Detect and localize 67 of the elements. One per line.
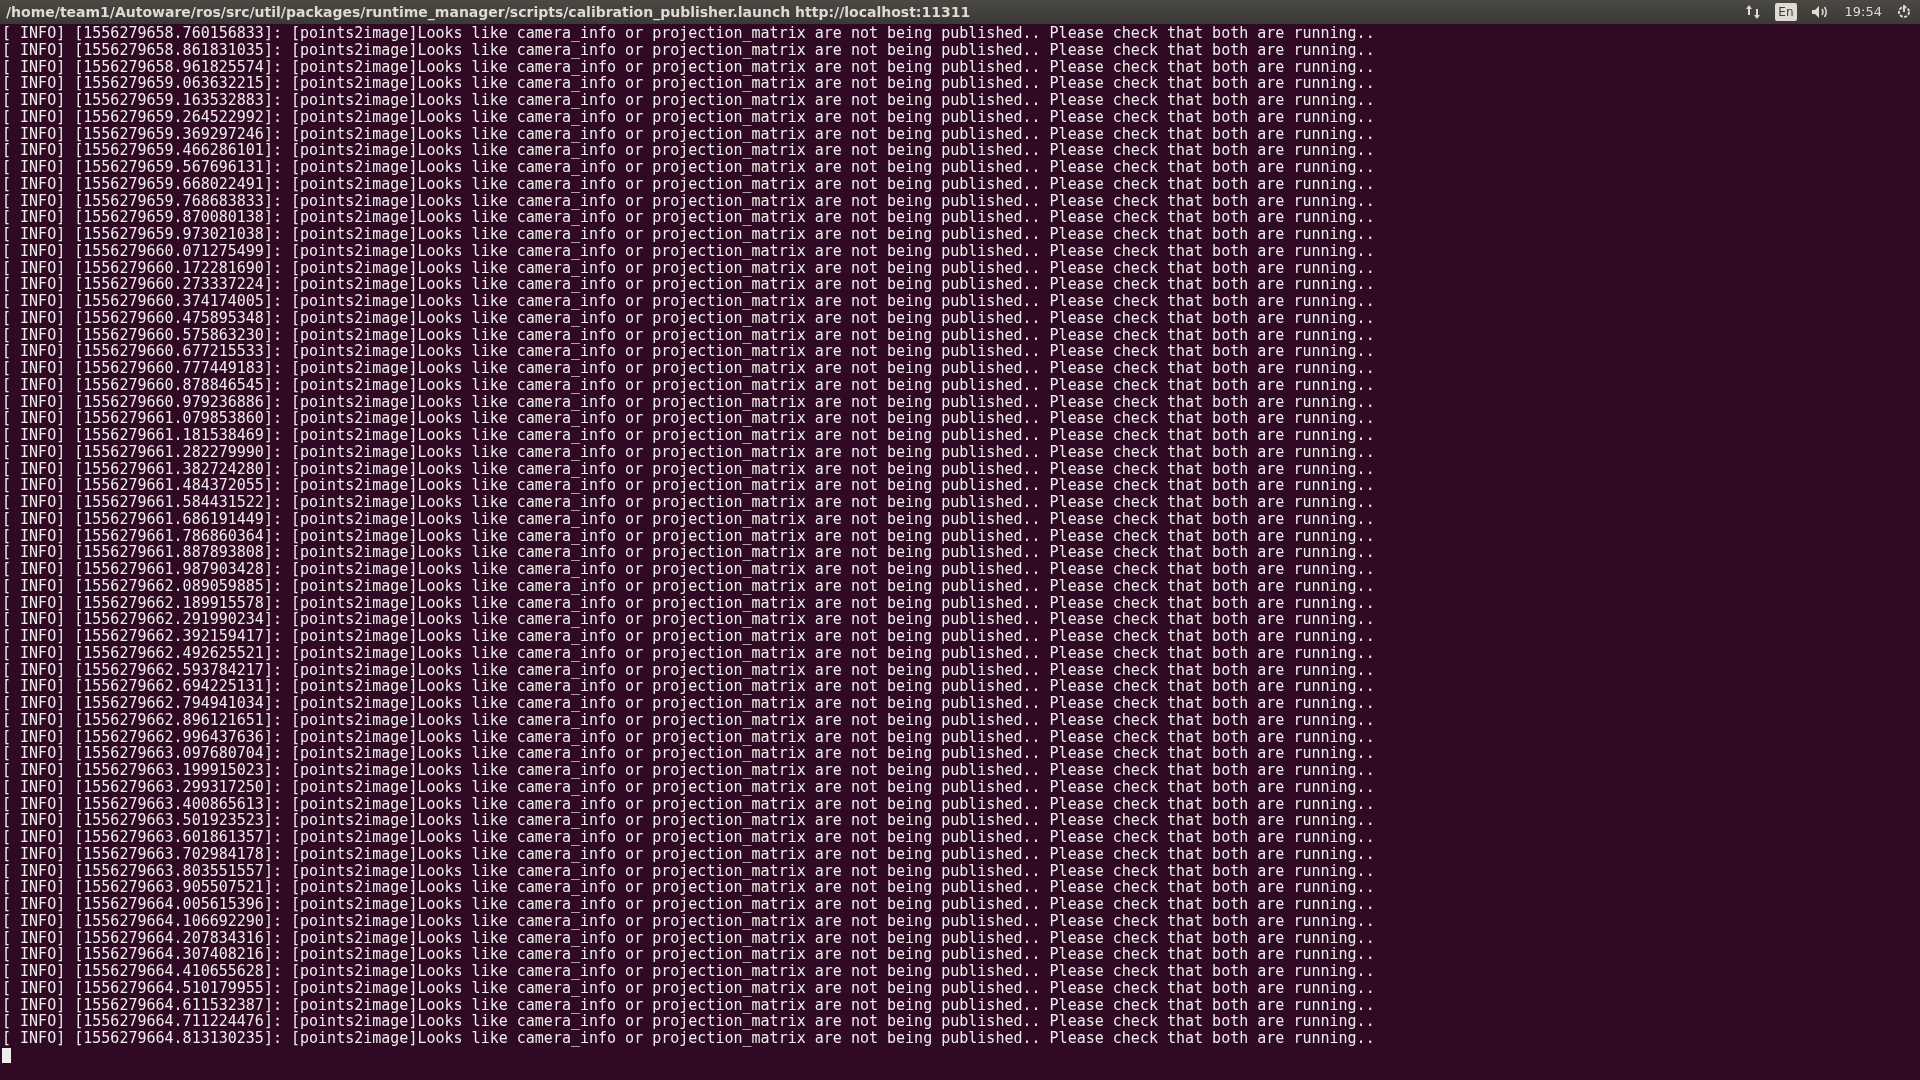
log-line: [ INFO] [1556279658.760156833]: [points2image]Looks like camera_info or projection_matrix are not being published.. Please check that both are running.. (2, 25, 1375, 42)
log-line: [ INFO] [1556279662.593784217]: [points2image]Looks like camera_info or projection_matrix are not being published.. Please check that both are running.. (2, 661, 1375, 679)
log-line: [ INFO] [1556279664.005615396]: [points2image]Looks like camera_info or projection_matrix are not being published.. Please check that both are running.. (2, 896, 1375, 913)
log-line: [ INFO] [1556279660.979236886]: [points2image]Looks like camera_info or projection_matrix are not being published.. Please check that both are running.. (2, 393, 1375, 411)
log-line: [ INFO] [1556279663.400865613]: [points2image]Looks like camera_info or projection_matrix are not being published.. Please check that both are running.. (2, 795, 1375, 813)
log-line: [ INFO] [1556279664.106692290]: [points2image]Looks like camera_info or projection_matrix are not being published.. Please check that both are running.. (2, 912, 1375, 930)
network-arrows-icon[interactable] (1745, 4, 1762, 20)
log-line: [ INFO] [1556279663.702984178]: [points2image]Looks like camera_info or projection_matrix are not being published.. Please check that both are running.. (2, 845, 1375, 863)
log-line: [ INFO] [1556279660.677215533]: [points2image]Looks like camera_info or projection_matrix are not being published.. Please check that both are running.. (2, 343, 1375, 360)
log-line: [ INFO] [1556279659.870080138]: [points2image]Looks like camera_info or projection_matrix are not being published.. Please check that both are running.. (2, 209, 1375, 226)
power-gear-icon[interactable] (1896, 4, 1912, 20)
log-line: [ INFO] [1556279660.172281690]: [points2image]Looks like camera_info or projection_matrix are not being published.. Please check that both are running.. (2, 259, 1375, 277)
cursor (2, 1047, 11, 1063)
log-line: [ INFO] [1556279662.089059885]: [points2image]Looks like camera_info or projection_matrix are not being published.. Please check that both are running.. (2, 577, 1375, 595)
log-line: [ INFO] [1556279658.961825574]: [points2image]Looks like camera_info or projection_matrix are not being published.. Please check that both are running.. (2, 58, 1375, 76)
log-line: [ INFO] [1556279662.996437636]: [points2image]Looks like camera_info or projection_matrix are not being published.. Please check that both are running.. (2, 728, 1375, 746)
keyboard-layout-indicator[interactable]: En (1775, 3, 1797, 21)
log-line: [ INFO] [1556279664.410655628]: [points2image]Looks like camera_info or projection_matrix are not being published.. Please check that both are running.. (2, 963, 1375, 980)
log-line: [ INFO] [1556279662.189915578]: [points2image]Looks like camera_info or projection_matrix are not being published.. Please check that both are running.. (2, 594, 1375, 612)
log-line: [ INFO] [1556279660.273337224]: [points2image]Looks like camera_info or projection_matrix are not being published.. Please check that both are running.. (2, 276, 1375, 293)
log-line: [ INFO] [1556279659.567696131]: [points2image]Looks like camera_info or projection_matrix are not being published.. Please check that both are running.. (2, 159, 1375, 176)
log-line: [ INFO] [1556279661.786860364]: [points2image]Looks like camera_info or projection_matrix are not being published.. Please check that both are running.. (2, 527, 1375, 545)
log-line: [ INFO] [1556279659.063632215]: [points2image]Looks like camera_info or projection_matrix are not being published.. Please check that both are running.. (2, 75, 1375, 92)
log-line: [ INFO] [1556279664.307408216]: [points2image]Looks like camera_info or projection_matrix are not being published.. Please check that both are running.. (2, 946, 1375, 963)
log-line: [ INFO] [1556279658.861831035]: [points2image]Looks like camera_info or projection_matrix are not being published.. Please check that both are running.. (2, 41, 1375, 59)
log-line: [ INFO] [1556279663.803551557]: [points2image]Looks like camera_info or projection_matrix are not being published.. Please check that both are running.. (2, 862, 1375, 880)
log-line: [ INFO] [1556279664.813130235]: [points2image]Looks like camera_info or projection_matrix are not being published.. Please check that both are running.. (2, 1030, 1375, 1047)
log-line: [ INFO] [1556279659.264522992]: [points2image]Looks like camera_info or projection_matrix are not being published.. Please check that both are running.. (2, 108, 1375, 126)
log-line: [ INFO] [1556279664.611532387]: [points2image]Looks like camera_info or projection_matrix are not being published.. Please check that both are running.. (2, 996, 1375, 1014)
log-line: [ INFO] [1556279662.896121651]: [points2image]Looks like camera_info or projection_matrix are not being published.. Please check that both are running.. (2, 711, 1375, 729)
clock[interactable]: 19:54 (1844, 2, 1882, 22)
log-line: [ INFO] [1556279659.466286101]: [points2image]Looks like camera_info or projection_matrix are not being published.. Please check that both are running.. (2, 142, 1375, 159)
log-line: [ INFO] [1556279662.392159417]: [points2image]Looks like camera_info or projection_matrix are not being published.. Please check that both are running.. (2, 628, 1375, 645)
log-line: [ INFO] [1556279661.282279990]: [points2image]Looks like camera_info or projection_matrix are not being published.. Please check that both are running.. (2, 443, 1375, 461)
log-line: [ INFO] [1556279661.079853860]: [points2image]Looks like camera_info or projection_matrix are not being published.. Please check that both are running.. (2, 410, 1375, 427)
log-line: [ INFO] [1556279659.163532883]: [points2image]Looks like camera_info or projection_matrix are not being published.. Please check that both are running.. (2, 92, 1375, 109)
log-line: [ INFO] [1556279660.475895348]: [points2image]Looks like camera_info or projection_matrix are not being published.. Please check that both are running.. (2, 309, 1375, 327)
log-line: [ INFO] [1556279663.299317250]: [points2image]Looks like camera_info or projection_matrix are not being published.. Please check that both are running.. (2, 778, 1375, 796)
log-line: [ INFO] [1556279662.492625521]: [points2image]Looks like camera_info or projection_matrix are not being published.. Please check that both are running.. (2, 644, 1375, 662)
log-line: [ INFO] [1556279663.601861357]: [points2image]Looks like camera_info or projection_matrix are not being published.. Please check that both are running.. (2, 829, 1375, 846)
log-line: [ INFO] [1556279664.510179955]: [points2image]Looks like camera_info or projection_matrix are not being published.. Please check that both are running.. (2, 979, 1375, 997)
log-line: [ INFO] [1556279659.369297246]: [points2image]Looks like camera_info or projection_matrix are not being published.. Please check that both are running.. (2, 125, 1375, 143)
log-line: [ INFO] [1556279661.686191449]: [points2image]Looks like camera_info or projection_matrix are not being published.. Please check that both are running.. (2, 510, 1375, 528)
log-line: [ INFO] [1556279659.668022491]: [points2image]Looks like camera_info or projection_matrix are not being published.. Please check that both are running.. (2, 175, 1375, 193)
window-title: /home/team1/Autoware/ros/src/util/packages/runtime_manager/scripts/calibration_publisher.launch http://localhost:11311 (6, 2, 971, 23)
log-line: [ INFO] [1556279662.291990234]: [points2image]Looks like camera_info or projection_matrix are not being published.. Please check that both are running.. (2, 611, 1375, 628)
log-line: [ INFO] [1556279661.987903428]: [points2image]Looks like camera_info or projection_matrix are not being published.. Please check that both are running.. (2, 561, 1375, 578)
log-line: [ INFO] [1556279661.382724280]: [points2image]Looks like camera_info or projection_matrix are not being published.. Please check that both are running.. (2, 460, 1375, 478)
log-line: [ INFO] [1556279663.097680704]: [points2image]Looks like camera_info or projection_matrix are not being published.. Please check that both are running.. (2, 745, 1375, 762)
log-line: [ INFO] [1556279662.694225131]: [points2image]Looks like camera_info or projection_matrix are not being published.. Please check that both are running.. (2, 678, 1375, 695)
log-line: [ INFO] [1556279664.207834316]: [points2image]Looks like camera_info or projection_matrix are not being published.. Please check that both are running.. (2, 929, 1375, 947)
log-line: [ INFO] [1556279659.768683833]: [points2image]Looks like camera_info or projection_matrix are not being published.. Please check that both are running.. (2, 192, 1375, 210)
log-line: [ INFO] [1556279660.777449183]: [points2image]Looks like camera_info or projection_matrix are not being published.. Please check that both are running.. (2, 360, 1375, 377)
log-line: [ INFO] [1556279662.794941034]: [points2image]Looks like camera_info or projection_matrix are not being published.. Please check that both are running.. (2, 695, 1375, 712)
log-line: [ INFO] [1556279661.181538469]: [points2image]Looks like camera_info or projection_matrix are not being published.. Please check that both are running.. (2, 427, 1375, 444)
log-line: [ INFO] [1556279660.071275499]: [points2image]Looks like camera_info or projection_matrix are not being published.. Please check that both are running.. (2, 242, 1375, 260)
log-line: [ INFO] [1556279659.973021038]: [points2image]Looks like camera_info or projection_matrix are not being published.. Please check that both are running.. (2, 226, 1375, 243)
log-line: [ INFO] [1556279663.501923523]: [points2image]Looks like camera_info or projection_matrix are not being published.. Please check that both are running.. (2, 812, 1375, 829)
log-line: [ INFO] [1556279661.887893808]: [points2image]Looks like camera_info or projection_matrix are not being published.. Please check that both are running.. (2, 544, 1375, 561)
log-line: [ INFO] [1556279663.905507521]: [points2image]Looks like camera_info or projection_matrix are not being published.. Please check that both are running.. (2, 879, 1375, 896)
log-line: [ INFO] [1556279660.878846545]: [points2image]Looks like camera_info or projection_matrix are not being published.. Please check that both are running.. (2, 376, 1375, 394)
log-line: [ INFO] [1556279663.199915023]: [points2image]Looks like camera_info or projection_matrix are not being published.. Please check that both are running.. (2, 762, 1375, 779)
log-line: [ INFO] [1556279660.374174005]: [points2image]Looks like camera_info or projection_matrix are not being published.. Please check that both are running.. (2, 293, 1375, 310)
log-line: [ INFO] [1556279660.575863230]: [points2image]Looks like camera_info or projection_matrix are not being published.. Please check that both are running.. (2, 326, 1375, 344)
log-line: [ INFO] [1556279661.484372055]: [points2image]Looks like camera_info or projection_matrix are not being published.. Please check that both are running.. (2, 477, 1375, 494)
log-line: [ INFO] [1556279664.711224476]: [points2image]Looks like camera_info or projection_matrix are not being published.. Please check that both are running.. (2, 1013, 1375, 1030)
log-line: [ INFO] [1556279661.584431522]: [points2image]Looks like camera_info or projection_matrix are not being published.. Please check that both are running.. (2, 494, 1375, 511)
